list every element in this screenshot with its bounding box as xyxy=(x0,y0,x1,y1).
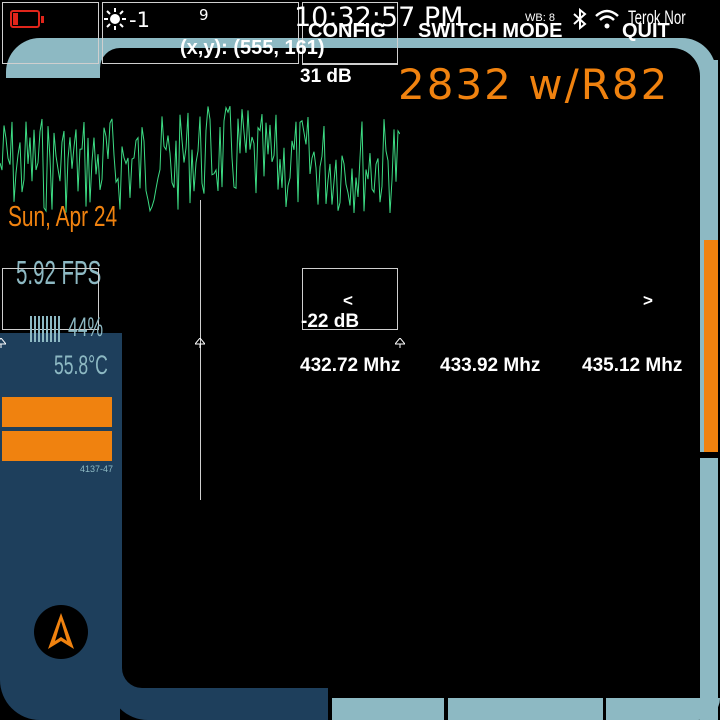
panel-divider xyxy=(112,397,120,461)
prev-button[interactable]: < xyxy=(343,291,353,311)
marker-arrow-icon xyxy=(0,333,8,352)
cpu-bars-icon xyxy=(30,316,64,346)
freq-label-center: 433.92 Mhz xyxy=(440,355,541,376)
lcars-frame-gap xyxy=(603,698,606,720)
freq-label-high: 435.12 Mhz xyxy=(582,355,683,376)
mode-title: 2832 w/R82 xyxy=(398,60,670,109)
next-button[interactable]: > xyxy=(643,291,653,311)
wb-label: WB: 8 xyxy=(525,12,555,24)
lcars-frame-gap xyxy=(444,698,448,720)
network-name: Terok Nor xyxy=(628,8,686,29)
sun-icon xyxy=(104,8,126,34)
panel-code: 4137-47 xyxy=(80,464,114,474)
spectrum-top-border xyxy=(302,64,398,65)
marker-arrow-icon xyxy=(393,333,407,352)
cursor-readout: (x,y): (555, 161) xyxy=(180,37,325,59)
volume-value: 9 xyxy=(199,6,209,24)
bottom-db-label: -22 dB xyxy=(301,311,360,332)
orange-bar xyxy=(2,397,120,427)
lcars-left-panel xyxy=(0,333,120,720)
cpu-percent: 44% xyxy=(68,312,104,342)
lcars-frame-bottom xyxy=(332,698,720,720)
lcars-frame-gap xyxy=(700,452,720,458)
lcars-left-panel-edge xyxy=(112,333,122,633)
freq-label-low: 432.72 Mhz xyxy=(300,355,401,376)
battery-fill xyxy=(13,13,18,25)
temperature: 55.8°C xyxy=(54,350,108,380)
lcars-frame-right-accent xyxy=(704,240,718,452)
starfleet-delta-icon[interactable] xyxy=(34,605,88,659)
marker-arrow-icon xyxy=(193,333,207,352)
brightness-value: -1 xyxy=(129,8,150,32)
date-label: Sun, Apr 24 xyxy=(8,201,118,233)
waveform-trace xyxy=(0,105,400,214)
wifi-icon[interactable] xyxy=(594,8,620,34)
bluetooth-icon[interactable] xyxy=(572,7,588,34)
orange-bar xyxy=(2,431,120,461)
